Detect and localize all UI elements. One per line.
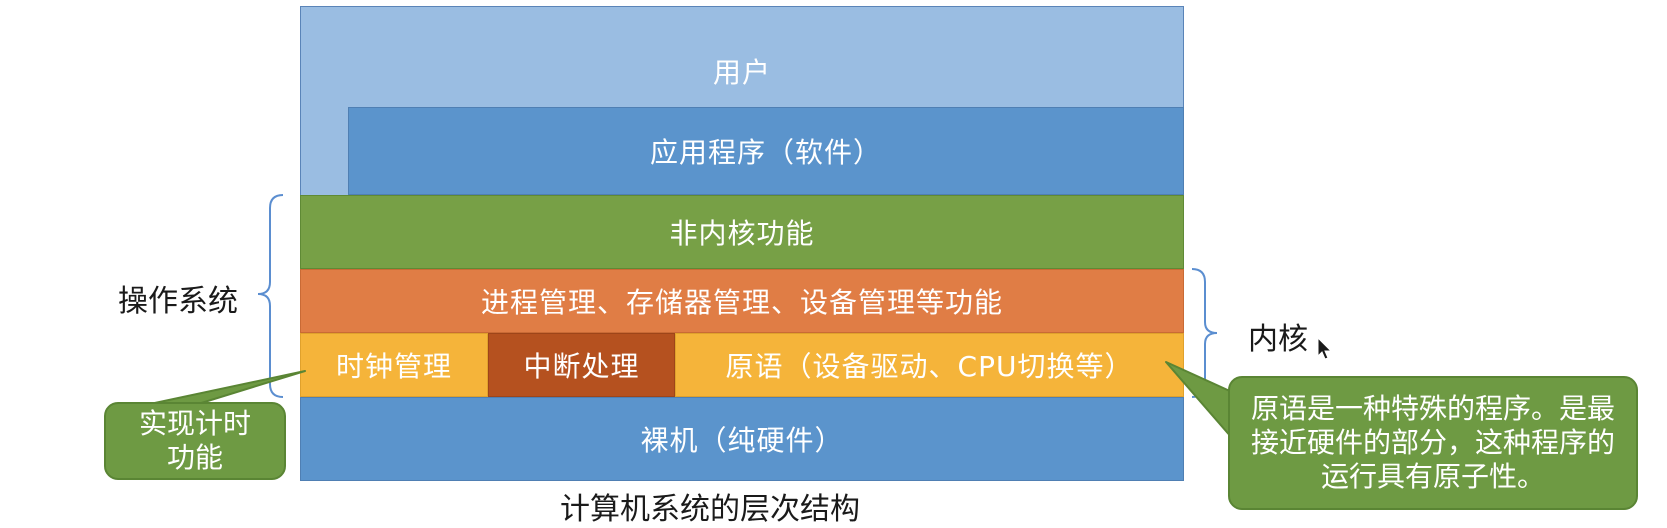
mouse-cursor-icon (1317, 337, 1333, 360)
management-layer-label: 进程管理、存储器管理、设备管理等功能 (480, 286, 1003, 319)
management-layer: 进程管理、存储器管理、设备管理等功能 (300, 269, 1184, 333)
operating-system-label: 操作系统 (118, 284, 238, 319)
bare-metal-layer: 裸机（纯硬件） (300, 397, 1184, 481)
interrupt-handling-label: 中断处理 (523, 350, 640, 383)
primitive-callout-text: 原语是一种特殊的程序。是最接近硬件的部分，这种程序的运行具有原子性。 (1250, 392, 1615, 493)
bare-metal-layer-label: 裸机（纯硬件） (640, 424, 844, 457)
kernel-label: 内核 (1248, 322, 1308, 357)
primitive-callout: 原语是一种特殊的程序。是最接近硬件的部分，这种程序的运行具有原子性。 (1228, 376, 1638, 510)
application-layer-label: 应用程序（软件） (649, 136, 882, 169)
kernel-brace (1191, 268, 1218, 398)
diagram-caption: 计算机系统的层次结构 (560, 492, 860, 527)
os-brace (257, 194, 284, 398)
application-layer: 应用程序（软件） (348, 107, 1184, 195)
clock-management-cell: 时钟管理 (300, 333, 488, 397)
non-kernel-layer: 非内核功能 (300, 195, 1184, 269)
timer-callout: 实现计时功能 (104, 402, 286, 480)
primitive-label: 原语（设备驱动、CPU切换等） (725, 350, 1134, 383)
timer-callout-text: 实现计时功能 (138, 407, 251, 474)
user-layer-label: 用户 (712, 56, 771, 89)
primitive-cell: 原语（设备驱动、CPU切换等） (675, 333, 1184, 397)
interrupt-handling-cell: 中断处理 (488, 333, 675, 397)
clock-management-label: 时钟管理 (335, 350, 452, 383)
timer-callout-pointer (149, 370, 306, 405)
non-kernel-layer-label: 非内核功能 (669, 217, 815, 250)
